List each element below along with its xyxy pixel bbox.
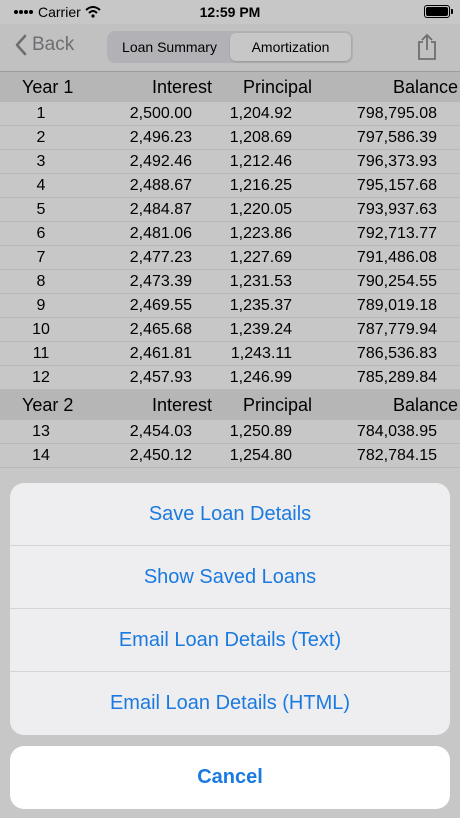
email-loan-html-button[interactable]: Email Loan Details (HTML) (10, 672, 450, 735)
action-sheet: Save Loan Details Show Saved Loans Email… (10, 483, 450, 735)
show-saved-loans-button[interactable]: Show Saved Loans (10, 546, 450, 609)
cancel-button[interactable]: Cancel (10, 746, 450, 809)
email-loan-text-button[interactable]: Email Loan Details (Text) (10, 609, 450, 672)
save-loan-details-button[interactable]: Save Loan Details (10, 483, 450, 546)
